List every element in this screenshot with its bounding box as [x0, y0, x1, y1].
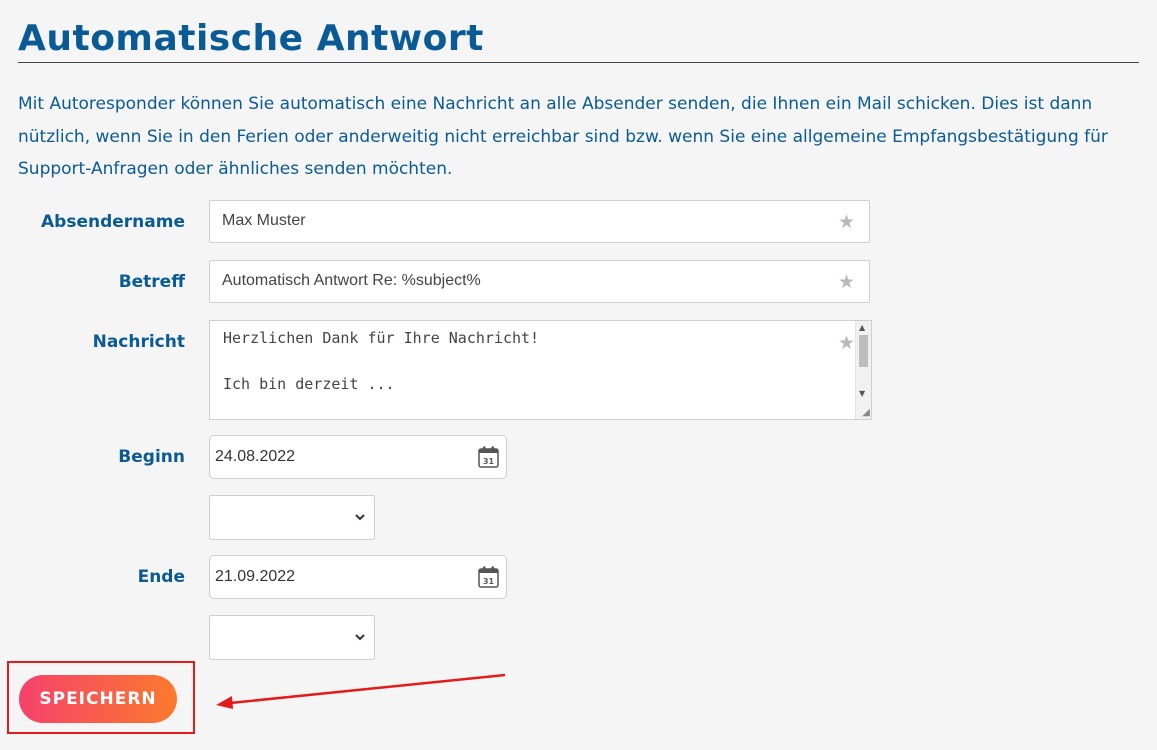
begin-date-input[interactable]: 24.08.2022 31: [209, 435, 507, 479]
sender-name-value: Max Muster: [222, 212, 306, 229]
begin-time-select[interactable]: [209, 495, 375, 540]
message-scrollbar[interactable]: ▲ ▼: [855, 321, 871, 419]
sender-name-field[interactable]: Max Muster ★: [209, 200, 870, 243]
end-date-input[interactable]: 21.09.2022 31: [209, 555, 507, 599]
intro-text: Mit Autoresponder können Sie automatisch…: [18, 94, 1108, 179]
annotation-arrow-icon: [216, 673, 506, 709]
save-button[interactable]: SPEICHERN: [19, 675, 177, 723]
sender-name-label: Absendername: [41, 212, 185, 232]
end-date-value: 21.09.2022: [215, 568, 296, 585]
star-icon[interactable]: ★: [838, 334, 855, 353]
star-icon[interactable]: ★: [838, 213, 855, 232]
calendar-icon[interactable]: 31: [478, 446, 499, 472]
page-title: Automatische Antwort: [18, 18, 484, 59]
scroll-thumb[interactable]: [859, 335, 868, 367]
title-divider: [18, 62, 1139, 63]
chevron-down-icon: [355, 634, 365, 641]
subject-label: Betreff: [118, 272, 185, 292]
scroll-up-icon[interactable]: ▲: [859, 323, 865, 332]
begin-date-value: 24.08.2022: [215, 448, 296, 465]
resize-handle-icon[interactable]: ◢: [862, 408, 870, 418]
calendar-icon[interactable]: 31: [478, 566, 499, 592]
scroll-down-icon[interactable]: ▼: [859, 389, 865, 398]
svg-text:31: 31: [483, 457, 495, 466]
message-line-1: Herzlichen Dank für Ihre Nachricht!: [223, 329, 540, 347]
message-label: Nachricht: [92, 332, 185, 352]
end-time-select[interactable]: [209, 615, 375, 660]
begin-label: Beginn: [118, 447, 185, 467]
end-label: Ende: [137, 567, 185, 587]
message-line-2: Ich bin derzeit ...: [223, 375, 395, 393]
chevron-down-icon: [355, 514, 365, 521]
subject-value: Automatisch Antwort Re: %subject%: [222, 272, 481, 289]
message-textarea[interactable]: Herzlichen Dank für Ihre Nachricht! Ich …: [209, 320, 872, 420]
star-icon[interactable]: ★: [838, 273, 855, 292]
subject-field[interactable]: Automatisch Antwort Re: %subject% ★: [209, 260, 870, 303]
svg-text:31: 31: [483, 577, 495, 586]
